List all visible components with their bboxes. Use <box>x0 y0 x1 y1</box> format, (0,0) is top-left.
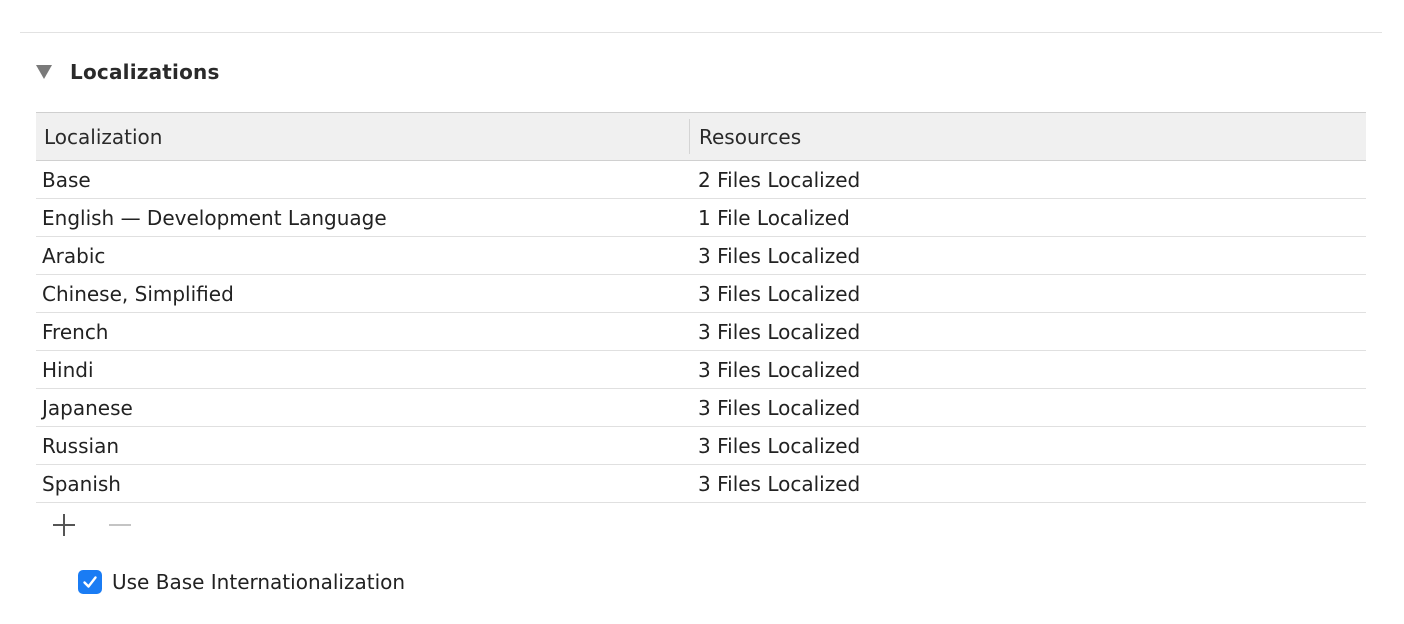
table-row[interactable]: Japanese 3 Files Localized <box>36 389 1366 427</box>
localization-cell: Hindi <box>42 357 94 382</box>
plus-icon <box>53 514 75 536</box>
table-row[interactable]: English — Development Language 1 File Loc… <box>36 199 1366 237</box>
column-header-localization[interactable]: Localization <box>36 119 690 154</box>
base-internationalization-label: Use Base Internationalization <box>112 570 406 594</box>
table-header: Localization Resources <box>36 113 1366 161</box>
base-internationalization-checkbox[interactable] <box>78 570 102 594</box>
table-controls <box>44 508 156 542</box>
resources-cell: 3 Files Localized <box>698 395 861 420</box>
resources-cell: 1 File Localized <box>698 205 850 230</box>
disclosure-triangle-icon[interactable] <box>30 58 58 86</box>
localization-cell: Chinese, Simplified <box>42 281 234 306</box>
resources-cell: 3 Files Localized <box>698 243 861 268</box>
resources-cell: 3 Files Localized <box>698 357 861 382</box>
table-row[interactable]: Russian 3 Files Localized <box>36 427 1366 465</box>
checkmark-icon <box>83 576 97 588</box>
table-body: Base 2 Files Localized English — Developme… <box>36 161 1366 503</box>
resources-cell: 3 Files Localized <box>698 471 861 496</box>
resources-cell: 3 Files Localized <box>698 319 861 344</box>
section-header: Localizations <box>30 55 220 89</box>
localization-cell: Japanese <box>42 395 133 420</box>
remove-localization-button[interactable] <box>100 508 140 542</box>
table-row[interactable]: Hindi 3 Files Localized <box>36 351 1366 389</box>
top-separator <box>20 32 1382 33</box>
localization-cell: French <box>42 319 109 344</box>
section-title: Localizations <box>70 60 220 84</box>
resources-cell: 3 Files Localized <box>698 433 861 458</box>
table-row[interactable]: Spanish 3 Files Localized <box>36 465 1366 503</box>
localization-cell: Spanish <box>42 471 121 496</box>
add-localization-button[interactable] <box>44 508 84 542</box>
localization-cell: Arabic <box>42 243 106 268</box>
localizations-pane: Localizations Localization Resources Bas… <box>0 0 1404 624</box>
table-row[interactable]: Chinese, Simplified 3 Files Localized <box>36 275 1366 313</box>
localization-cell: English — Development Language <box>42 205 387 230</box>
resources-cell: 2 Files Localized <box>698 167 861 192</box>
column-header-resources[interactable]: Resources <box>690 113 801 160</box>
resources-cell: 3 Files Localized <box>698 281 861 306</box>
localization-cell: Russian <box>42 433 120 458</box>
base-internationalization-option: Use Base Internationalization <box>78 568 405 596</box>
table-row[interactable]: French 3 Files Localized <box>36 313 1366 351</box>
localization-cell: Base <box>42 167 91 192</box>
table-row[interactable]: Base 2 Files Localized <box>36 161 1366 199</box>
minus-icon <box>109 524 131 526</box>
table-row[interactable]: Arabic 3 Files Localized <box>36 237 1366 275</box>
localizations-table: Localization Resources Base 2 Files Local… <box>36 112 1366 503</box>
